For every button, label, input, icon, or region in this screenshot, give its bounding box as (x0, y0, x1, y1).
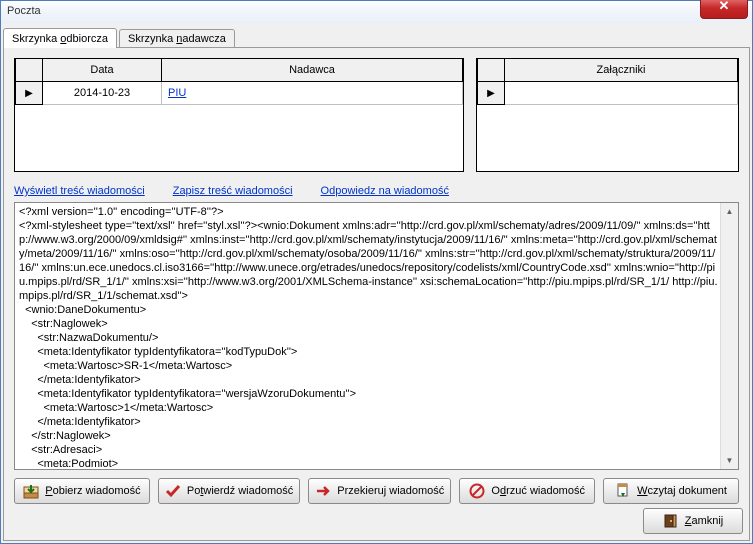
message-content-box: <?xml version=''1.0'' encoding=''UTF-8''… (14, 202, 739, 470)
upper-grids: Data Nadawca ▶ 2014-10-23 PIU Załączniki (14, 58, 739, 172)
forward-message-button[interactable]: Przekieruj wiadomość (308, 478, 451, 504)
messages-grid[interactable]: Data Nadawca ▶ 2014-10-23 PIU (14, 58, 464, 172)
title-bar: Poczta ✕ (1, 1, 752, 24)
tab-body: Data Nadawca ▶ 2014-10-23 PIU Załączniki (3, 47, 750, 541)
close-icon: ✕ (719, 0, 730, 13)
link-save-content[interactable]: Zapisz treść wiadomości (173, 185, 293, 197)
door-icon (663, 513, 679, 529)
row-header-corner (478, 59, 505, 82)
row-indicator: ▶ (16, 82, 43, 105)
col-date[interactable]: Data (43, 59, 162, 82)
forward-icon (315, 483, 331, 499)
scroll-up-icon[interactable]: ▲ (721, 203, 738, 220)
cell-sender: PIU (162, 82, 463, 105)
check-icon (165, 483, 181, 499)
tab-row: Skrzynka odbiorcza Skrzynka nadawcza (1, 23, 752, 47)
current-row-icon: ▶ (487, 88, 495, 99)
sender-link[interactable]: PIU (168, 87, 186, 99)
col-sender[interactable]: Nadawca (162, 59, 463, 82)
link-show-content[interactable]: Wyświetl treść wiadomości (14, 185, 145, 197)
load-document-button[interactable]: Wczytaj dokument (603, 478, 739, 504)
attachments-grid[interactable]: Załączniki ▶ (476, 58, 739, 172)
table-row[interactable]: ▶ (478, 82, 738, 105)
close-button[interactable]: Zamknij (643, 508, 743, 534)
message-content[interactable]: <?xml version=''1.0'' encoding=''UTF-8''… (19, 205, 720, 467)
window-title: Poczta (7, 5, 41, 17)
tab-outbox[interactable]: Skrzynka nadawcza (119, 29, 235, 48)
cell-date: 2014-10-23 (43, 82, 162, 105)
scroll-down-icon[interactable]: ▼ (721, 452, 738, 469)
bottom-row: Zamknij (643, 508, 743, 534)
reject-message-button[interactable]: Odrzuć wiadomość (459, 478, 595, 504)
action-buttons-row: Pobierz wiadomość Potwierdź wiadomość Pr… (14, 478, 739, 508)
download-message-button[interactable]: Pobierz wiadomość (14, 478, 150, 504)
tab-inbox[interactable]: Skrzynka odbiorcza (3, 28, 117, 48)
table-row[interactable]: ▶ 2014-10-23 PIU (16, 82, 463, 105)
row-indicator: ▶ (478, 82, 505, 105)
window-close-button[interactable]: ✕ (700, 0, 748, 19)
link-reply[interactable]: Odpowiedz na wiadomość (321, 185, 449, 197)
current-row-icon: ▶ (25, 88, 33, 99)
scrollbar[interactable]: ▲ ▼ (720, 203, 738, 469)
document-icon (615, 483, 631, 499)
reject-icon (469, 483, 485, 499)
links-row: Wyświetl treść wiadomości Zapisz treść w… (14, 180, 449, 202)
row-header-corner (16, 59, 43, 82)
client-area: Skrzynka odbiorcza Skrzynka nadawcza Dat… (1, 23, 752, 543)
confirm-message-button[interactable]: Potwierdź wiadomość (158, 478, 300, 504)
cell-attachment (505, 82, 738, 105)
col-attachments[interactable]: Załączniki (505, 59, 738, 82)
download-icon (23, 483, 39, 499)
